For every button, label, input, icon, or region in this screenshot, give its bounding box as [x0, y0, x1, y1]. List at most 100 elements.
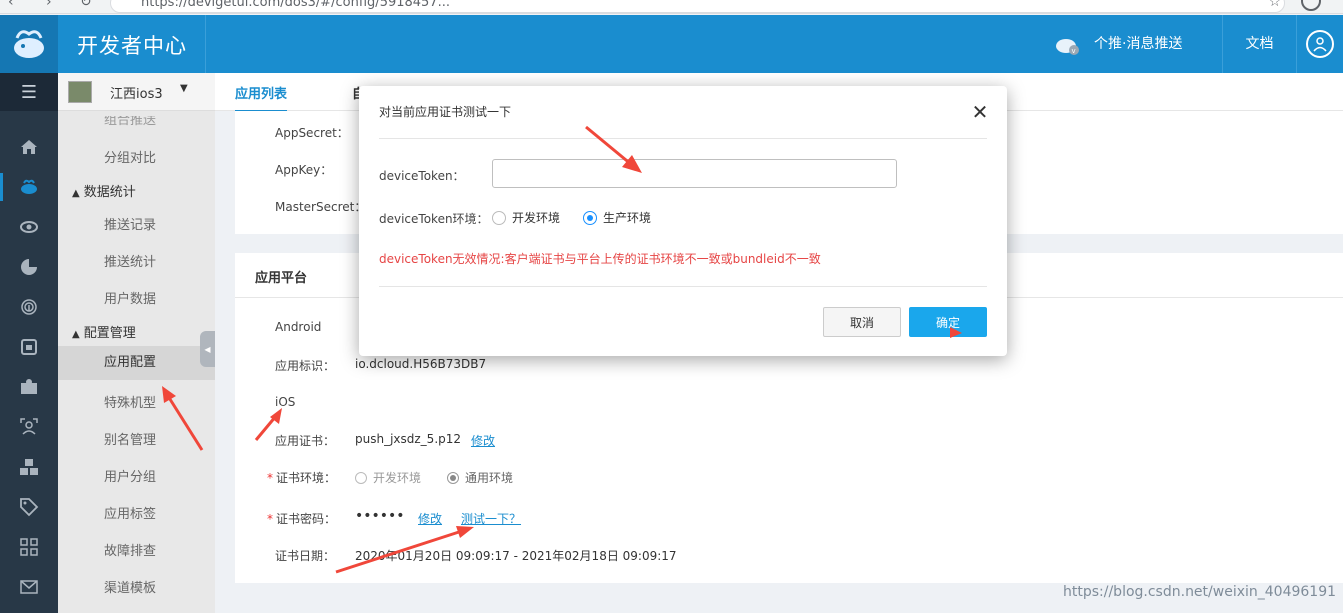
menu-item-channel-templates[interactable]: 渠道模板: [104, 577, 156, 596]
menu-item-user-data[interactable]: 用户数据: [104, 288, 156, 307]
env-dev-label: 开发环境: [512, 211, 561, 225]
radio-prod-icon: [583, 211, 597, 225]
cert-env-dev-label: 开发环境: [373, 471, 422, 485]
device-token-input[interactable]: [492, 159, 897, 188]
cert-value: push_jxsdz_5.p12: [355, 432, 462, 446]
platform-card-title: 应用平台: [255, 271, 308, 286]
app-key-label: AppKey：: [275, 163, 333, 177]
product-whale-icon: v: [1056, 39, 1079, 55]
cert-password-value: ••••••: [355, 508, 405, 524]
docs-link[interactable]: 文档: [1222, 15, 1296, 73]
product-switcher[interactable]: v 个推·消息推送: [1050, 15, 1222, 73]
caret-down-icon: ▼: [180, 83, 188, 94]
menu-group-label: 数据统计: [83, 185, 136, 200]
android-label: Android: [275, 320, 322, 334]
env-dev-option[interactable]: 开发环境: [492, 209, 560, 226]
radio-dev-env: [355, 472, 367, 484]
dialog-header-divider: [379, 138, 987, 139]
fingerprint-icon[interactable]: [17, 295, 41, 319]
cert-env-label-text: 证书环境：: [276, 471, 337, 485]
menu-item-troubleshoot[interactable]: 故障排查: [104, 540, 156, 559]
radio-general-env: [447, 472, 459, 484]
app-title: 开发者中心: [77, 34, 187, 58]
radio-dev-icon: [492, 211, 506, 225]
app-selector[interactable]: 江西ios3 ▼: [58, 73, 215, 111]
menu-item-partial[interactable]: 组合推送: [104, 116, 156, 128]
app-id-value: io.dcloud.H56B73DB7: [355, 357, 487, 371]
menu-item-app-tags[interactable]: 应用标签: [104, 503, 156, 522]
cert-env-dev-option: 开发环境: [355, 469, 421, 486]
mail-user-icon[interactable]: [17, 375, 41, 399]
env-prod-option[interactable]: 生产环境: [583, 209, 651, 226]
envelope-icon[interactable]: [17, 575, 41, 599]
master-secret-label: MasterSecret：: [275, 200, 367, 214]
user-scan-icon[interactable]: [17, 415, 41, 439]
menu-item-alias[interactable]: 别名管理: [104, 429, 156, 448]
close-icon[interactable]: ✕: [970, 102, 990, 122]
ios-label: iOS: [275, 395, 296, 409]
back-icon[interactable]: ‹: [8, 0, 14, 10]
watermark: https://blog.csdn.net/weixin_40496191: [1063, 584, 1337, 600]
menu-group-label: 配置管理: [83, 326, 136, 341]
cert-env-general-label: 通用环境: [465, 471, 514, 485]
menu-item-push-stats[interactable]: 推送统计: [104, 251, 156, 270]
cert-password-label: * 证书密码：: [267, 512, 337, 526]
user-icon: [1306, 30, 1334, 58]
env-prod-label: 生产环境: [603, 211, 652, 225]
pie-chart-icon[interactable]: [17, 255, 41, 279]
cert-password-edit-link[interactable]: 修改: [418, 510, 442, 527]
cert-test-link[interactable]: 测试一下？: [461, 510, 521, 527]
app-id-label: 应用标识：: [275, 359, 336, 373]
cancel-button[interactable]: 取消: [823, 307, 901, 337]
profile-icon[interactable]: [1301, 0, 1321, 11]
reload-icon[interactable]: ↻: [80, 0, 92, 10]
dialog-warning-text: deviceToken无效情况:客户端证书与平台上传的证书环境不一致或bundl…: [379, 252, 821, 266]
cert-date-label: 证书日期：: [275, 549, 336, 563]
card-icon[interactable]: [17, 335, 41, 359]
menu-item-group-compare[interactable]: 分组对比: [104, 147, 156, 166]
forward-icon[interactable]: ›: [46, 0, 52, 10]
eye-icon[interactable]: [17, 215, 41, 239]
browser-toolbar: ‹ › ↻ https://devigetui.com/dos3/#/confi…: [0, 0, 1343, 14]
dialog-footer-divider: [379, 286, 987, 287]
menu-group-data-stats[interactable]: ▲ 数据统计: [72, 181, 136, 200]
menu-item-user-groups[interactable]: 用户分组: [104, 466, 156, 485]
product-label: 个推·消息推送: [1094, 36, 1183, 52]
cert-test-dialog: 对当前应用证书测试一下 ✕ deviceToken： deviceToken环境…: [359, 86, 1007, 356]
device-token-env-label: deviceToken环境：: [379, 212, 489, 226]
device-token-label: deviceToken：: [379, 169, 465, 183]
app-secret-label: AppSecret：: [275, 126, 349, 140]
triangle-up-icon: ▲: [72, 188, 80, 199]
menu-item-special-models[interactable]: 特殊机型: [104, 392, 156, 411]
cert-env-label: * 证书环境：: [267, 471, 337, 485]
rail-active-indicator: [0, 173, 3, 201]
logo[interactable]: [0, 15, 58, 73]
menu-group-config[interactable]: ▲ 配置管理: [72, 322, 136, 341]
cert-password-label-text: 证书密码：: [276, 512, 337, 526]
secondary-menu: 江西ios3 ▼ 组合推送 分组对比 ▲ 数据统计 推送记录 推送统计 用户数据 …: [58, 73, 215, 613]
user-menu[interactable]: [1296, 15, 1343, 73]
grid-icon[interactable]: [17, 535, 41, 559]
confirm-button[interactable]: 确定: [909, 307, 987, 337]
home-icon[interactable]: [17, 135, 41, 159]
dialog-title: 对当前应用证书测试一下: [379, 105, 512, 119]
top-header: 开发者中心 v 个推·消息推送 文档: [0, 15, 1343, 73]
whale-logo-icon: [14, 30, 44, 58]
svg-text:v: v: [1072, 47, 1076, 55]
tab-app-list[interactable]: 应用列表: [235, 83, 288, 112]
icon-rail: ☰: [0, 73, 58, 613]
cert-edit-link[interactable]: 修改: [471, 432, 495, 449]
menu-item-app-config[interactable]: 应用配置: [58, 346, 215, 380]
address-bar[interactable]: https://devigetui.com/dos3/#/config/5918…: [110, 0, 1285, 13]
push-whale-icon[interactable]: [17, 175, 41, 199]
header-divider: [205, 15, 206, 73]
menu-item-push-records[interactable]: 推送记录: [104, 214, 156, 233]
bookmark-star-icon[interactable]: ☆: [1268, 0, 1281, 10]
collapse-menu-handle[interactable]: ◀: [200, 331, 215, 367]
hamburger-menu-icon[interactable]: ☰: [0, 73, 58, 111]
app-avatar: [68, 81, 92, 103]
tag-icon[interactable]: [17, 495, 41, 519]
cert-date-value: 2020年01月20日 09:09:17 - 2021年02月18日 09:09…: [355, 549, 677, 563]
cubes-icon[interactable]: [17, 455, 41, 479]
app-name: 江西ios3: [110, 87, 163, 102]
